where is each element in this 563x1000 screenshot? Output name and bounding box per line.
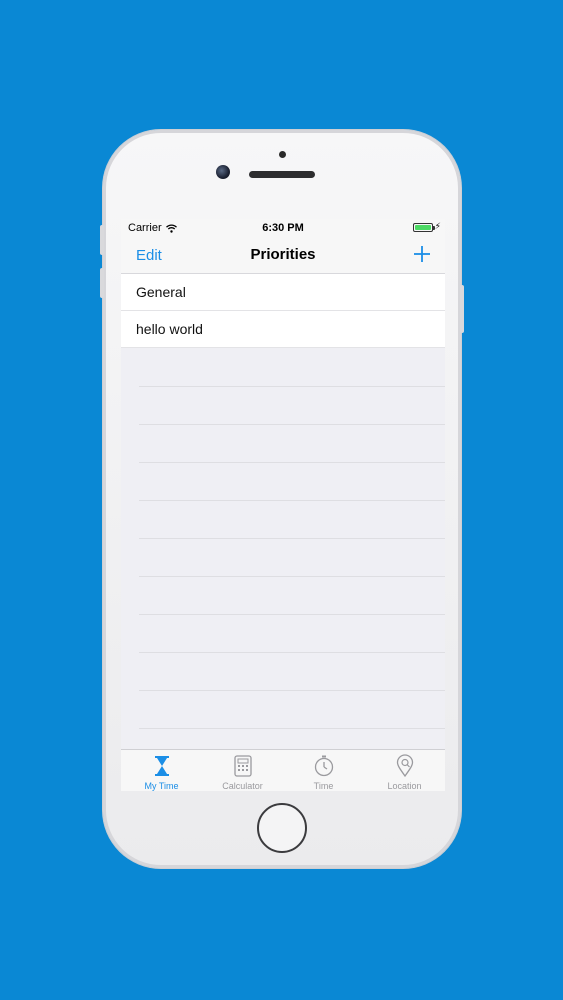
status-time: 6:30 PM <box>262 222 304 234</box>
proximity-sensor <box>279 151 286 158</box>
row-separator <box>139 462 445 463</box>
stopwatch-icon <box>314 755 333 777</box>
status-bar: Carrier 6:30 PM ⚡ <box>121 219 445 237</box>
row-separator <box>139 500 445 501</box>
app-screen: Carrier 6:30 PM ⚡ Edit Priorities Genera… <box>121 219 445 791</box>
empty-table-area <box>121 349 445 749</box>
battery-icon <box>413 223 435 232</box>
list-item[interactable]: General <box>121 274 445 311</box>
row-separator <box>139 386 445 387</box>
row-separator <box>139 690 445 691</box>
tab-location[interactable]: Location <box>364 750 445 791</box>
tab-calculator[interactable]: Calculator <box>202 750 283 791</box>
bolt-icon: ⚡ <box>434 221 441 231</box>
tab-label: Time <box>313 781 334 791</box>
tab-label: Calculator <box>222 781 263 791</box>
plus-icon[interactable] <box>411 243 433 265</box>
location-pin-icon <box>396 754 413 778</box>
home-button[interactable] <box>257 803 307 853</box>
battery-level <box>415 225 431 230</box>
tab-time[interactable]: Time <box>283 750 364 791</box>
navigation-bar: Edit Priorities <box>121 237 445 274</box>
tab-my-time[interactable]: My Time <box>121 750 202 791</box>
page-title: Priorities <box>250 246 316 263</box>
list-item-label: hello world <box>136 321 203 337</box>
hourglass-icon <box>154 756 169 776</box>
priorities-list: General hello world <box>121 274 445 348</box>
volume-down-button <box>100 268 104 298</box>
row-separator <box>139 576 445 577</box>
tab-label: Location <box>387 781 422 791</box>
row-separator <box>139 424 445 425</box>
volume-up-button <box>100 225 104 255</box>
power-button <box>460 285 464 333</box>
tab-label: My Time <box>144 781 179 791</box>
front-camera <box>216 165 230 179</box>
list-item-label: General <box>136 284 186 300</box>
row-separator <box>139 728 445 729</box>
row-separator <box>139 614 445 615</box>
row-separator <box>139 652 445 653</box>
list-item[interactable]: hello world <box>121 311 445 348</box>
earpiece-speaker <box>249 171 315 178</box>
tab-bar: My Time Calculator Time Location <box>121 749 445 791</box>
calculator-icon <box>233 755 252 777</box>
row-separator <box>139 538 445 539</box>
